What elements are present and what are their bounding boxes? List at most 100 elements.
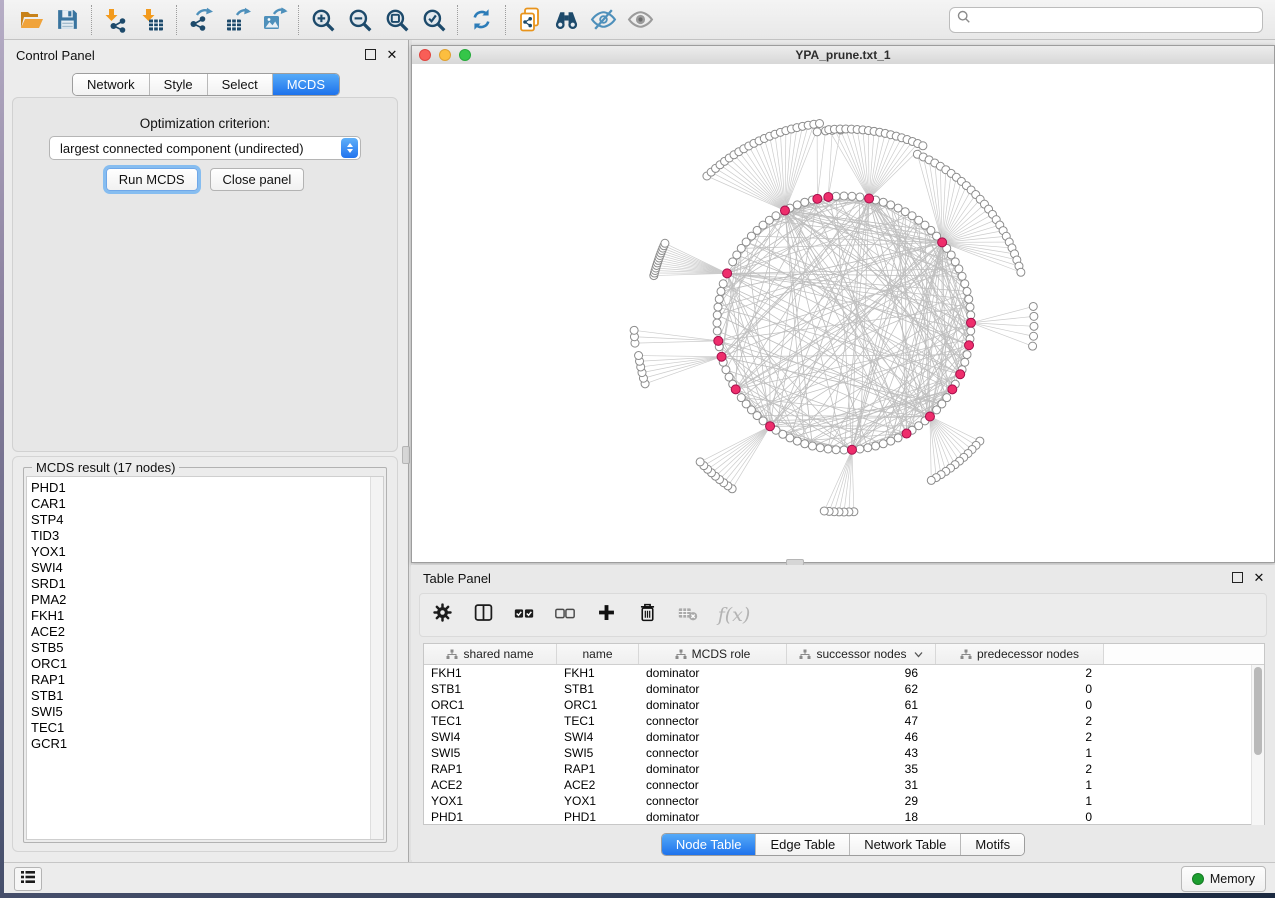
table-tab-motifs[interactable]: Motifs	[960, 834, 1024, 855]
cell-shared-name[interactable]: SWI5	[424, 746, 557, 760]
ring-node[interactable]	[801, 198, 809, 206]
cell-MCDS-role[interactable]: dominator	[639, 762, 787, 776]
close-table-panel-icon[interactable]: ✕	[1253, 571, 1265, 583]
export-network-button[interactable]	[182, 4, 219, 36]
ring-node[interactable]	[872, 442, 880, 450]
float-panel-icon[interactable]	[364, 48, 376, 60]
ring-node[interactable]	[963, 351, 971, 359]
table-tab-network-table[interactable]: Network Table	[849, 834, 960, 855]
cell-shared-name[interactable]: TEC1	[424, 714, 557, 728]
column-header-predecessor-nodes[interactable]: predecessor nodes	[936, 644, 1104, 664]
cell-successor-nodes[interactable]: 96	[787, 666, 936, 680]
cell-shared-name[interactable]: ORC1	[424, 698, 557, 712]
run-mcds-button[interactable]: Run MCDS	[106, 168, 198, 191]
ring-node[interactable]	[832, 446, 840, 454]
leaf-node[interactable]	[1017, 268, 1025, 276]
leaf-node[interactable]	[1030, 322, 1038, 330]
mcds-hub-node[interactable]	[902, 429, 911, 438]
cell-name[interactable]: YOX1	[557, 794, 639, 808]
cell-MCDS-role[interactable]: dominator	[639, 810, 787, 824]
ring-node[interactable]	[793, 437, 801, 445]
ring-node[interactable]	[961, 280, 969, 288]
ring-node[interactable]	[824, 445, 832, 453]
cell-shared-name[interactable]: RAP1	[424, 762, 557, 776]
mcds-hub-node[interactable]	[717, 352, 726, 361]
search-box[interactable]	[949, 7, 1263, 33]
cell-predecessor-nodes[interactable]: 0	[936, 698, 1104, 712]
refresh-button[interactable]	[463, 4, 500, 36]
delete-table-button[interactable]	[676, 603, 700, 627]
ring-node[interactable]	[856, 193, 864, 201]
cell-successor-nodes[interactable]: 18	[787, 810, 936, 824]
ring-node[interactable]	[793, 201, 801, 209]
zoom-fit-button[interactable]	[378, 4, 415, 36]
zoom-out-button[interactable]	[341, 4, 378, 36]
mcds-result-item[interactable]: ORC1	[31, 656, 370, 672]
ring-node[interactable]	[816, 444, 824, 452]
cell-successor-nodes[interactable]: 47	[787, 714, 936, 728]
ring-node[interactable]	[887, 201, 895, 209]
tab-mcds[interactable]: MCDS	[272, 74, 339, 95]
panel-menu-button[interactable]	[14, 867, 42, 891]
deselect-all-columns-button[interactable]	[553, 603, 577, 627]
ring-node[interactable]	[894, 434, 902, 442]
panel-splitter-grip[interactable]	[402, 446, 410, 464]
ring-node[interactable]	[965, 295, 973, 303]
leaf-node[interactable]	[820, 507, 828, 515]
function-builder-button[interactable]: f(x)	[717, 603, 751, 627]
mcds-result-item[interactable]: YOX1	[31, 544, 370, 560]
cell-successor-nodes[interactable]: 31	[787, 778, 936, 792]
ring-node[interactable]	[840, 446, 848, 454]
mcds-hub-node[interactable]	[731, 385, 740, 394]
ring-node[interactable]	[737, 394, 745, 402]
float-table-panel-icon[interactable]	[1231, 571, 1243, 583]
ring-node[interactable]	[717, 287, 725, 295]
cell-successor-nodes[interactable]: 61	[787, 698, 936, 712]
ring-node[interactable]	[966, 303, 974, 311]
cell-MCDS-role[interactable]: dominator	[639, 730, 787, 744]
ring-node[interactable]	[958, 272, 966, 280]
export-table-button[interactable]	[219, 4, 256, 36]
ring-node[interactable]	[955, 265, 963, 273]
ring-node[interactable]	[887, 437, 895, 445]
mcds-result-item[interactable]: SWI4	[31, 560, 370, 576]
ring-node[interactable]	[714, 303, 722, 311]
ring-node[interactable]	[713, 319, 721, 327]
cell-successor-nodes[interactable]: 29	[787, 794, 936, 808]
cell-predecessor-nodes[interactable]: 2	[936, 666, 1104, 680]
mcds-hub-node[interactable]	[965, 341, 974, 350]
mcds-result-item[interactable]: SWI5	[31, 704, 370, 720]
leaf-node[interactable]	[1030, 312, 1038, 320]
mcds-hub-node[interactable]	[847, 445, 856, 454]
mcds-result-item[interactable]: STB1	[31, 688, 370, 704]
memory-button[interactable]: Memory	[1181, 866, 1266, 892]
cell-MCDS-role[interactable]: connector	[639, 778, 787, 792]
mcds-result-item[interactable]: ACE2	[31, 624, 370, 640]
mcds-hub-node[interactable]	[938, 238, 947, 247]
cell-name[interactable]: RAP1	[557, 762, 639, 776]
mcds-result-item[interactable]: STP4	[31, 512, 370, 528]
cell-predecessor-nodes[interactable]: 2	[936, 730, 1104, 744]
show-all-button[interactable]	[622, 4, 659, 36]
cell-MCDS-role[interactable]: connector	[639, 714, 787, 728]
hide-selected-button[interactable]	[585, 4, 622, 36]
mcds-result-item[interactable]: RAP1	[31, 672, 370, 688]
cell-name[interactable]: STB1	[557, 682, 639, 696]
table-row[interactable]: FKH1FKH1dominator962	[424, 665, 1251, 681]
import-network-button[interactable]	[97, 4, 134, 36]
leaf-node[interactable]	[816, 119, 824, 127]
mcds-hub-node[interactable]	[723, 269, 732, 278]
leaf-node[interactable]	[635, 352, 643, 360]
leaf-node[interactable]	[630, 326, 638, 334]
mcds-hub-node[interactable]	[813, 194, 822, 203]
add-column-button[interactable]	[594, 603, 618, 627]
close-panel-button[interactable]: Close panel	[210, 168, 305, 191]
cell-MCDS-role[interactable]: connector	[639, 794, 787, 808]
cell-name[interactable]: ORC1	[557, 698, 639, 712]
table-tab-edge-table[interactable]: Edge Table	[755, 834, 849, 855]
select-all-columns-button[interactable]	[512, 603, 536, 627]
cell-predecessor-nodes[interactable]: 1	[936, 746, 1104, 760]
ring-node[interactable]	[808, 442, 816, 450]
leaf-node[interactable]	[696, 458, 704, 466]
cell-shared-name[interactable]: PHD1	[424, 810, 557, 824]
